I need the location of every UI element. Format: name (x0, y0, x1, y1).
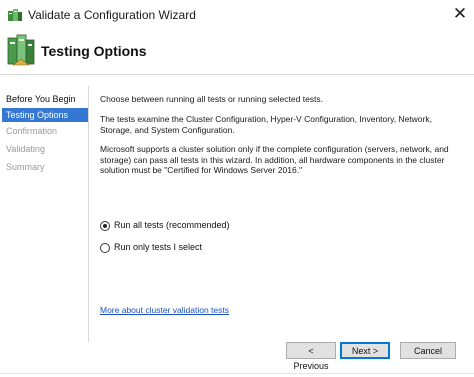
wizard-steps-sidebar: Before You Begin Testing Options Confirm… (0, 86, 88, 336)
title-bar: Validate a Configuration Wizard ✕ (0, 0, 474, 30)
close-icon[interactable]: ✕ (451, 5, 469, 23)
wizard-header: Testing Options (0, 30, 474, 75)
radio-run-selected-tests[interactable]: Run only tests I select (100, 242, 300, 254)
sidebar-item-validating: Validating (6, 144, 45, 154)
more-info-link[interactable]: More about cluster validation tests (100, 305, 229, 315)
tests-description: The tests examine the Cluster Configurat… (100, 114, 432, 135)
next-button[interactable]: Next > (340, 342, 390, 359)
previous-button[interactable]: < Previous (286, 342, 336, 371)
radio-label-run-selected[interactable]: Run only tests I select (114, 242, 202, 252)
radio-button-selected[interactable] (100, 221, 110, 231)
cancel-button[interactable]: Cancel (400, 342, 456, 359)
wizard-app-icon (8, 9, 22, 21)
radio-dot (103, 224, 107, 228)
sidebar-item-testing-options[interactable]: Testing Options (2, 108, 88, 122)
window-title: Validate a Configuration Wizard (28, 8, 196, 22)
radio-label-run-all[interactable]: Run all tests (recommended) (114, 220, 230, 230)
support-statement: Microsoft supports a cluster solution on… (100, 144, 449, 175)
sidebar-item-before-you-begin[interactable]: Before You Begin (2, 92, 88, 106)
sidebar-item-summary: Summary (6, 162, 45, 172)
radio-run-all-tests[interactable]: Run all tests (recommended) (100, 220, 300, 232)
page-title: Testing Options (41, 43, 147, 59)
testing-options-icon (7, 34, 35, 66)
bottom-border (0, 373, 474, 374)
intro-text: Choose between running all tests or runn… (100, 94, 324, 104)
sidebar-item-confirmation: Confirmation (6, 126, 58, 136)
sidebar-divider (88, 86, 89, 342)
radio-button-unselected[interactable] (100, 243, 110, 253)
